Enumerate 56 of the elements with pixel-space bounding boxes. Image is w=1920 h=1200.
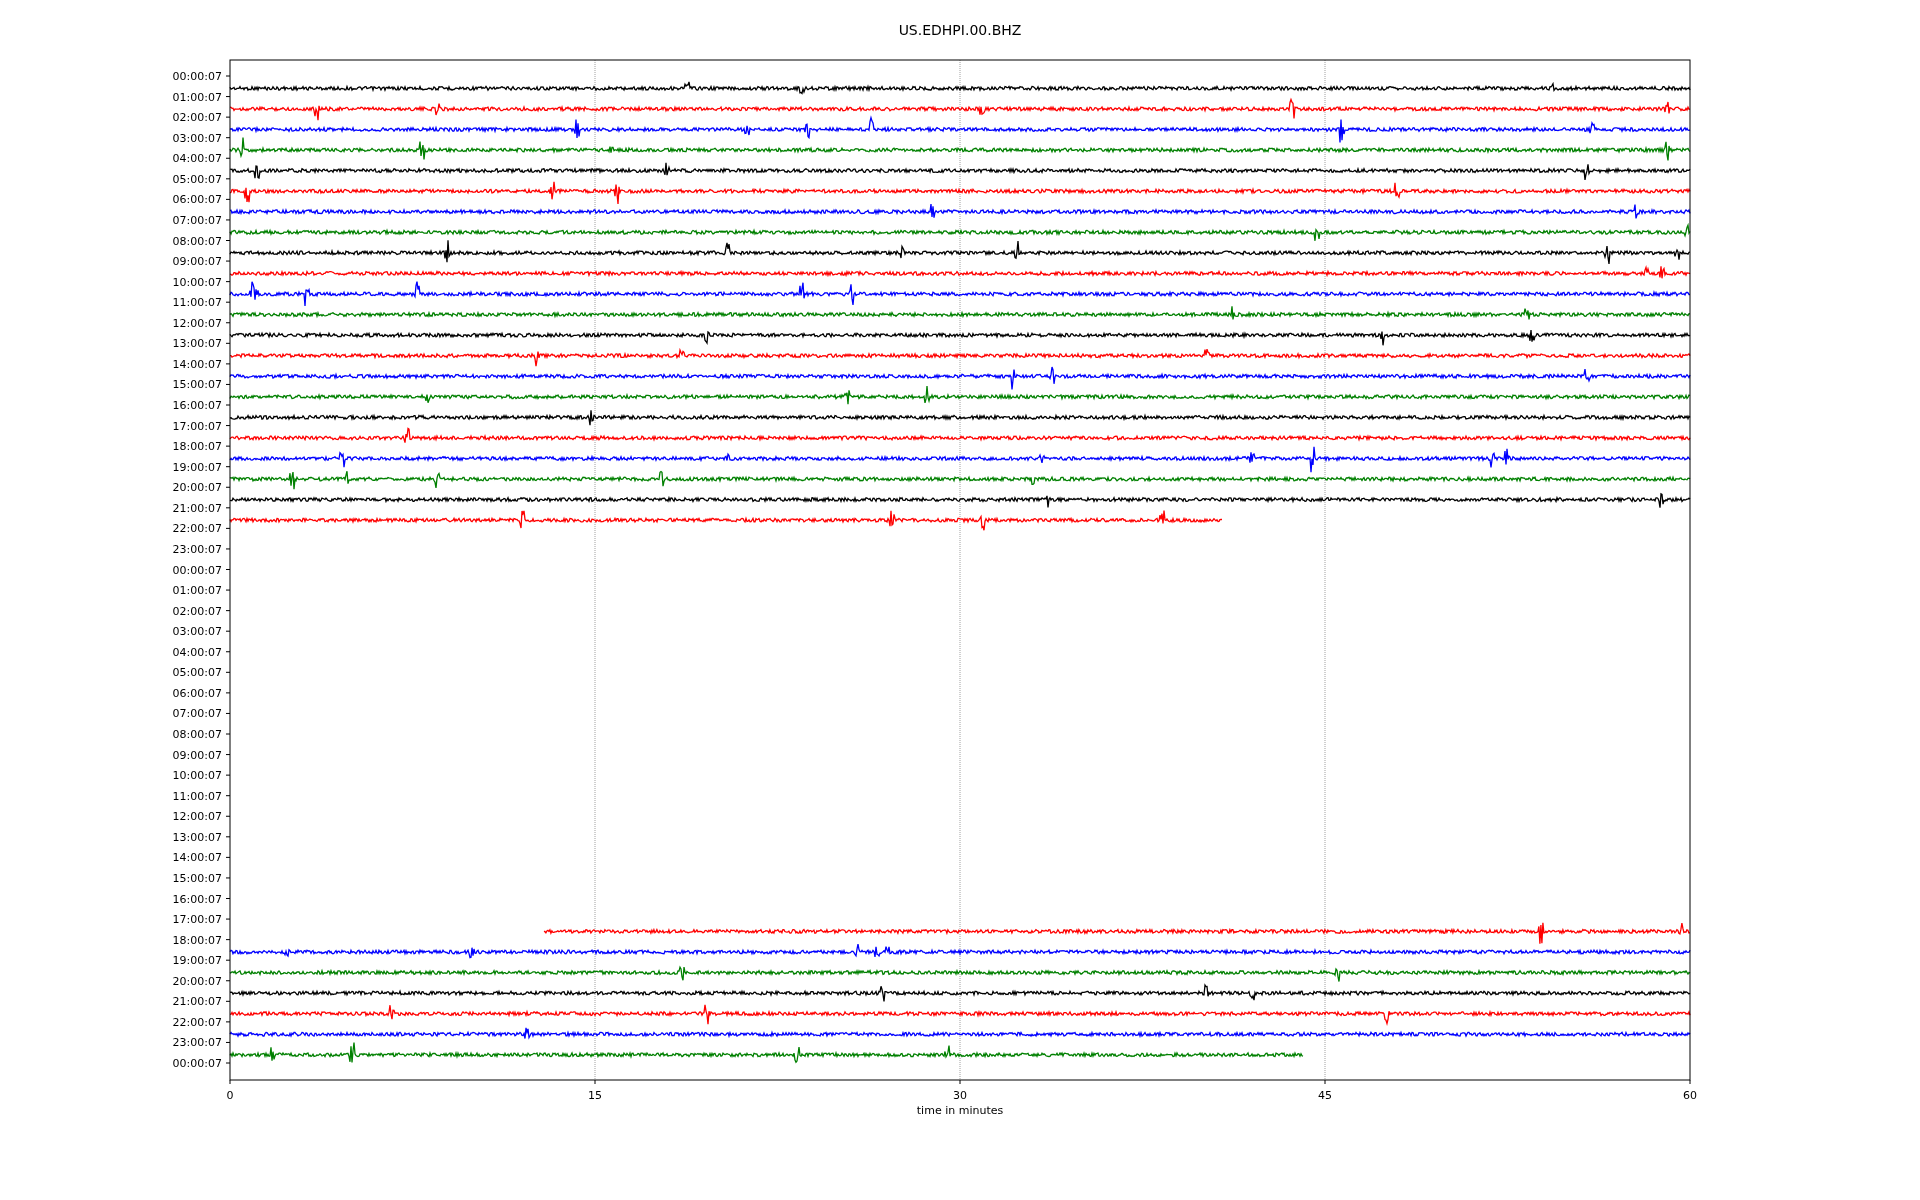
time-label: 21:00:07 xyxy=(172,501,222,515)
time-label: 03:00:07 xyxy=(172,131,222,145)
time-label: 04:00:07 xyxy=(172,152,222,166)
time-label: 22:00:07 xyxy=(172,522,222,536)
time-label: 15:00:07 xyxy=(172,871,222,885)
x-tick-label: 15 xyxy=(588,1089,602,1102)
time-label: 02:00:07 xyxy=(172,111,222,125)
time-label: 23:00:07 xyxy=(172,1036,222,1050)
time-label: 09:00:07 xyxy=(172,255,222,269)
time-label: 05:00:07 xyxy=(172,666,222,680)
time-label: 05:00:07 xyxy=(172,172,222,186)
time-label: 00:00:07 xyxy=(172,563,222,577)
time-label: 00:00:07 xyxy=(172,70,222,83)
time-label: 16:00:07 xyxy=(172,892,222,906)
time-label: 01:00:07 xyxy=(172,90,222,104)
time-label: 19:00:07 xyxy=(172,954,222,968)
x-axis-label: time in minutes xyxy=(916,1104,1004,1117)
time-label: 20:00:07 xyxy=(172,481,222,495)
time-label: 23:00:07 xyxy=(172,542,222,556)
chart-title: US.EDHPI.00.BHZ xyxy=(898,22,1022,38)
x-tick-label: 45 xyxy=(1318,1089,1332,1102)
time-label: 12:00:07 xyxy=(172,316,222,330)
time-label: 01:00:07 xyxy=(172,584,222,598)
time-label: 14:00:07 xyxy=(172,851,222,865)
time-label: 20:00:07 xyxy=(172,974,222,988)
time-label: 03:00:07 xyxy=(172,625,222,639)
time-label: 15:00:07 xyxy=(172,378,222,392)
time-label: 21:00:07 xyxy=(172,995,222,1009)
time-label: 02:00:07 xyxy=(172,604,222,618)
time-label: 09:00:07 xyxy=(172,748,222,762)
time-label: 13:00:07 xyxy=(172,830,222,844)
time-label: 08:00:07 xyxy=(172,728,222,741)
time-label: 07:00:07 xyxy=(172,707,222,721)
time-label: 11:00:07 xyxy=(172,296,222,310)
time-label: 17:00:07 xyxy=(172,913,222,927)
time-label: 17:00:07 xyxy=(172,419,222,433)
time-label: 14:00:07 xyxy=(172,357,222,371)
time-label: 19:00:07 xyxy=(172,460,222,474)
time-label: 10:00:07 xyxy=(172,275,222,289)
x-tick-label: 60 xyxy=(1683,1089,1697,1102)
time-label: 18:00:07 xyxy=(172,933,222,947)
time-label: 07:00:07 xyxy=(172,213,222,227)
x-tick-label: 0 xyxy=(226,1089,234,1102)
time-label: 04:00:07 xyxy=(172,645,222,659)
time-label: 22:00:07 xyxy=(172,1015,222,1029)
time-label: 13:00:07 xyxy=(172,337,222,351)
time-label: 06:00:07 xyxy=(172,193,222,207)
time-label: 10:00:07 xyxy=(172,769,222,783)
time-label: 11:00:07 xyxy=(172,789,222,803)
time-label: 00:00:07 xyxy=(172,1057,222,1070)
x-tick-label: 30 xyxy=(953,1089,967,1102)
time-label: 08:00:07 xyxy=(172,234,222,248)
time-label: 12:00:07 xyxy=(172,810,222,824)
time-label: 06:00:07 xyxy=(172,686,222,700)
time-label: 18:00:07 xyxy=(172,440,222,454)
time-label: 16:00:07 xyxy=(172,399,222,412)
